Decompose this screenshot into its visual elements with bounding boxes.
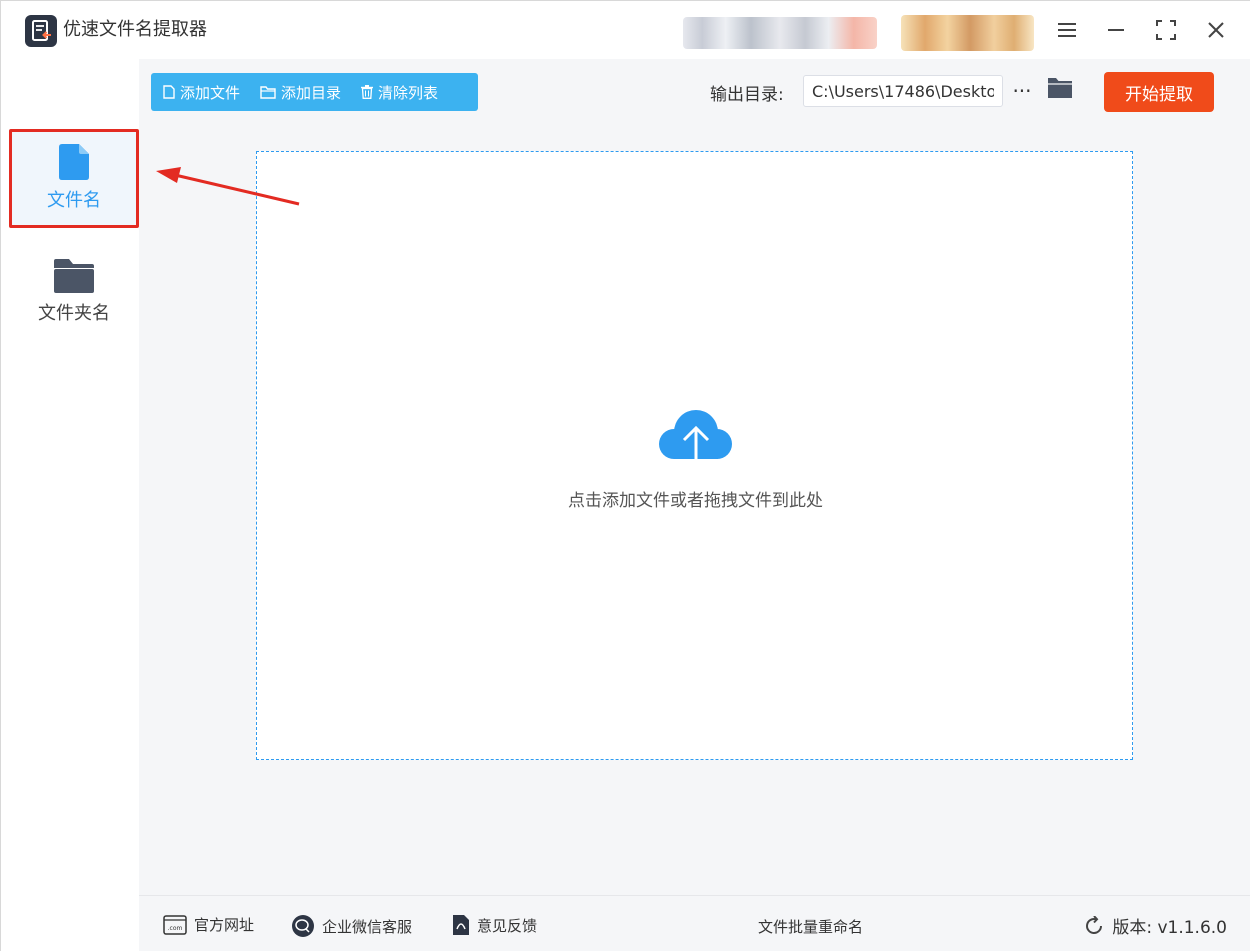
- close-icon: [1208, 22, 1224, 38]
- feedback-label: 意见反馈: [477, 916, 538, 935]
- wechat-support-link[interactable]: 企业微信客服: [291, 914, 412, 938]
- feedback-link[interactable]: 意见反馈: [452, 914, 537, 936]
- maximize-button[interactable]: [1149, 13, 1183, 47]
- minimize-button[interactable]: [1099, 13, 1133, 47]
- wechat-icon: [292, 915, 314, 937]
- app-window: 优速文件名提取器 文件名 文件夹名 添加文件 添加目录 清除列表 输出目录: C…: [0, 0, 1250, 951]
- status-footer: .com 官方网址 企业微信客服 意见反馈 文件批量重命名 版本: v1.1.6…: [139, 895, 1250, 951]
- sidebar-item-label: 文件夹名: [38, 303, 110, 324]
- toolbar-button-group: 添加文件 添加目录 清除列表: [151, 73, 478, 111]
- version-label: 版本: v1.1.6.0: [1112, 918, 1227, 938]
- website-label: 官方网址: [194, 916, 255, 934]
- refresh-icon: [1086, 915, 1103, 934]
- website-link[interactable]: .com 官方网址: [163, 914, 254, 935]
- annotation-arrow-icon: [156, 167, 300, 206]
- sidebar-item-foldername[interactable]: 文件夹名: [11, 244, 137, 340]
- add-file-label: 添加文件: [180, 83, 241, 102]
- clear-list-label: 清除列表: [378, 83, 439, 102]
- maximize-icon: [1156, 20, 1176, 40]
- minimize-icon: [1108, 29, 1124, 31]
- cloud-upload-icon: [659, 410, 732, 472]
- annotation-highlight-box: [9, 129, 139, 228]
- svg-text:.com: .com: [168, 925, 183, 932]
- feedback-icon: [453, 915, 469, 935]
- wechat-label: 企业微信客服: [322, 917, 413, 936]
- drop-zone-hint: 点击添加文件或者拖拽文件到此处: [568, 491, 823, 511]
- batch-rename-link[interactable]: 文件批量重命名: [758, 916, 863, 937]
- open-folder-icon: [1048, 78, 1072, 98]
- title-bar: 优速文件名提取器: [1, 1, 1250, 59]
- trash-icon: [361, 85, 374, 99]
- folder-outline-icon: [260, 85, 276, 99]
- clear-list-button[interactable]: 清除列表: [361, 82, 438, 103]
- hamburger-icon: [1058, 23, 1076, 37]
- output-dir-label: 输出目录:: [710, 85, 784, 105]
- app-logo-icon: [25, 15, 57, 47]
- open-folder-button[interactable]: [1047, 77, 1075, 103]
- folder-icon: [54, 259, 94, 293]
- version-info[interactable]: 版本: v1.1.6.0: [1084, 913, 1227, 938]
- start-extract-button[interactable]: 开始提取: [1104, 72, 1214, 112]
- app-title: 优速文件名提取器: [63, 19, 207, 40]
- add-directory-label: 添加目录: [281, 83, 342, 102]
- blurred-account-info: [683, 17, 877, 49]
- output-dir-input[interactable]: [803, 75, 1003, 107]
- add-directory-button[interactable]: 添加目录: [260, 82, 341, 103]
- menu-button[interactable]: [1050, 13, 1084, 47]
- file-drop-zone[interactable]: 点击添加文件或者拖拽文件到此处: [256, 151, 1133, 760]
- file-outline-icon: [163, 85, 175, 99]
- website-icon: .com: [163, 914, 187, 935]
- close-button[interactable]: [1199, 13, 1233, 47]
- add-file-button[interactable]: 添加文件: [163, 82, 240, 103]
- more-options-button[interactable]: ···: [1009, 77, 1035, 105]
- blurred-vip-badge: [901, 15, 1034, 51]
